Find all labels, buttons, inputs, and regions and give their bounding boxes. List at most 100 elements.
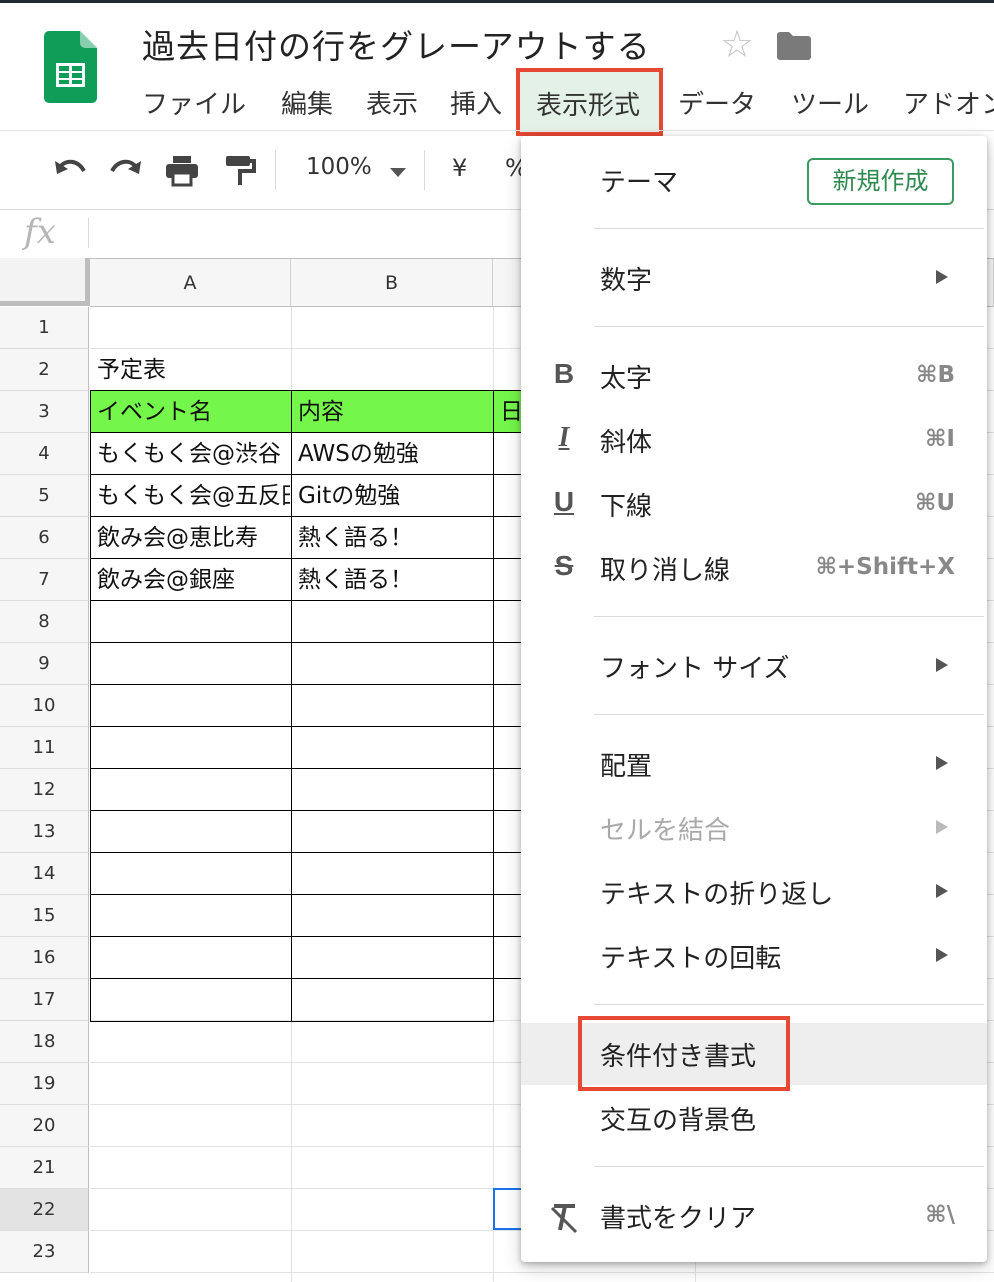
bold-shortcut: ⌘B	[916, 362, 955, 388]
submenu-arrow-icon	[936, 820, 948, 834]
toolbar-separator	[424, 150, 425, 190]
cell-a3[interactable]: イベント名	[97, 391, 290, 433]
menu-wrap-text[interactable]: テキストの折り返し	[600, 874, 833, 911]
row-header-17[interactable]: 17	[0, 979, 89, 1021]
strikethrough-shortcut: ⌘+Shift+X	[815, 554, 955, 580]
submenu-arrow-icon	[936, 756, 948, 770]
undo-icon[interactable]	[52, 153, 88, 187]
table-row-border	[90, 768, 522, 769]
row-header-23[interactable]: 23	[0, 1231, 89, 1273]
row-header-13[interactable]: 13	[0, 811, 89, 853]
zoom-select[interactable]: 100%	[306, 154, 372, 180]
row-header-7[interactable]: 7	[0, 559, 89, 601]
submenu-arrow-icon	[936, 270, 948, 284]
cell-b5[interactable]: Gitの勉強	[298, 475, 492, 517]
fx-icon: fx	[24, 212, 56, 252]
menu-separator	[594, 714, 984, 715]
menu-underline[interactable]: 下線	[600, 486, 652, 523]
underline-icon: U	[553, 486, 575, 517]
menu-alternating-colors[interactable]: 交互の背景色	[600, 1100, 756, 1137]
row-header-22[interactable]: 22	[0, 1189, 89, 1231]
document-title[interactable]: 過去日付の行をグレーアウトする	[142, 20, 651, 68]
cell-b6[interactable]: 熱く語る！	[298, 517, 492, 559]
cell-a6[interactable]: 飲み会@恵比寿	[97, 517, 290, 559]
menu-strikethrough[interactable]: 取り消し線	[600, 550, 730, 587]
annotation-red-box	[578, 1016, 790, 1091]
column-header-a[interactable]: A	[90, 259, 291, 307]
row-header-14[interactable]: 14	[0, 853, 89, 895]
menu-theme[interactable]: テーマ	[600, 162, 678, 199]
row-header-2[interactable]: 2	[0, 349, 89, 391]
format-menu: テーマ 新規作成 数字 B 太字 ⌘B I 斜体 ⌘I U 下線 ⌘U S 取り…	[521, 136, 987, 1262]
menu-edit[interactable]: 編集	[281, 84, 333, 121]
menu-merge-cells: セルを結合	[600, 816, 731, 846]
italic-icon: I	[558, 422, 570, 453]
cell-a5[interactable]: もくもく会@五反田	[97, 475, 290, 517]
header-divider	[0, 130, 994, 131]
menu-format[interactable]: 表示形式	[516, 68, 663, 136]
menu-italic[interactable]: 斜体	[600, 422, 652, 459]
menu-addons[interactable]: アドオン	[903, 84, 994, 121]
row-header-8[interactable]: 8	[0, 601, 89, 643]
row-header-1[interactable]: 1	[0, 307, 89, 349]
table-row-border	[90, 684, 522, 685]
sheets-logo-icon[interactable]	[44, 31, 97, 103]
menu-rotate-text[interactable]: テキストの回転	[600, 938, 781, 975]
menu-number[interactable]: 数字	[600, 260, 652, 297]
table-row-border	[90, 642, 522, 643]
grid-row-line	[90, 1272, 994, 1273]
column-header-b[interactable]: B	[291, 259, 493, 307]
row-header-19[interactable]: 19	[0, 1063, 89, 1105]
row-header-9[interactable]: 9	[0, 643, 89, 685]
cell-a2[interactable]: 予定表	[97, 349, 287, 391]
row-header-10[interactable]: 10	[0, 685, 89, 727]
row-header-4[interactable]: 4	[0, 433, 89, 475]
submenu-arrow-icon	[936, 658, 948, 672]
select-all-corner[interactable]	[0, 258, 90, 306]
table-row-border	[90, 852, 522, 853]
row-header-16[interactable]: 16	[0, 937, 89, 979]
row-header-15[interactable]: 15	[0, 895, 89, 937]
paint-format-icon[interactable]	[222, 153, 258, 187]
menu-separator	[594, 326, 984, 327]
menu-bold[interactable]: 太字	[600, 358, 652, 395]
window-top-border	[0, 0, 994, 3]
cell-b4[interactable]: AWSの勉強	[298, 433, 492, 475]
new-theme-button[interactable]: 新規作成	[807, 158, 954, 205]
zoom-dropdown-icon[interactable]	[390, 168, 406, 177]
row-header-11[interactable]: 11	[0, 727, 89, 769]
menu-align[interactable]: 配置	[600, 746, 652, 783]
menu-file[interactable]: ファイル	[142, 84, 246, 121]
cell-c3[interactable]: 日	[500, 391, 522, 433]
submenu-arrow-icon	[936, 948, 948, 962]
print-icon[interactable]	[164, 153, 200, 187]
row-header-6[interactable]: 6	[0, 517, 89, 559]
submenu-arrow-icon	[936, 884, 948, 898]
row-header-12[interactable]: 12	[0, 769, 89, 811]
row-header-3[interactable]: 3	[0, 391, 89, 433]
strikethrough-icon: S	[554, 550, 574, 581]
menu-font-size[interactable]: フォント サイズ	[600, 648, 790, 685]
menu-tools[interactable]: ツール	[791, 84, 869, 121]
star-icon[interactable]: ☆	[720, 22, 754, 66]
cell-a4[interactable]: もくもく会@渋谷	[97, 433, 290, 475]
menu-separator	[594, 1004, 984, 1005]
redo-icon[interactable]	[108, 153, 144, 187]
row-header-20[interactable]: 20	[0, 1105, 89, 1147]
bold-icon: B	[553, 358, 575, 389]
cell-a7[interactable]: 飲み会@銀座	[97, 559, 290, 601]
menu-insert[interactable]: 挿入	[450, 84, 502, 121]
cell-b7[interactable]: 熱く語る！	[298, 559, 492, 601]
cell-b3[interactable]: 内容	[298, 391, 492, 433]
italic-shortcut: ⌘I	[925, 426, 955, 452]
folder-icon[interactable]	[777, 32, 811, 60]
currency-format-button[interactable]: ¥	[452, 154, 467, 182]
menu-clear-formatting[interactable]: 書式をクリア	[600, 1198, 756, 1235]
menu-data[interactable]: データ	[678, 84, 756, 121]
clear-format-icon	[550, 1204, 578, 1234]
menu-view[interactable]: 表示	[366, 84, 418, 121]
table-row-border	[90, 894, 522, 895]
row-header-18[interactable]: 18	[0, 1021, 89, 1063]
row-header-5[interactable]: 5	[0, 475, 89, 517]
row-header-21[interactable]: 21	[0, 1147, 89, 1189]
